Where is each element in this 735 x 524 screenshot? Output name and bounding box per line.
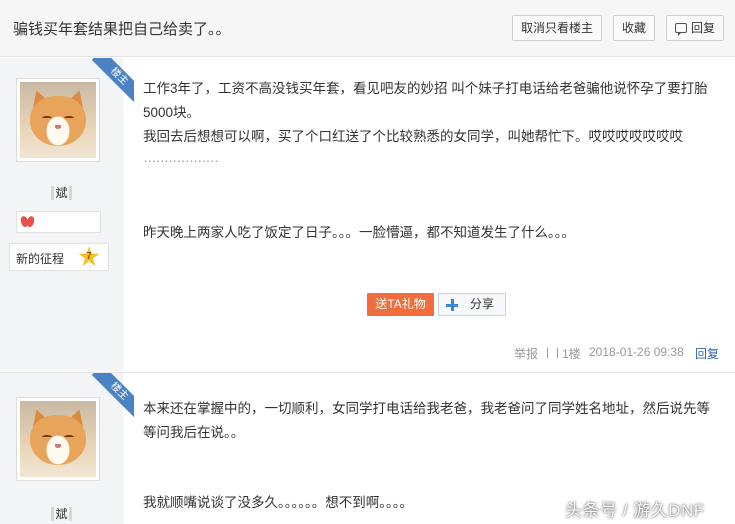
post-paragraph: 工作3年了，工资不高没钱买年套，看见吧友的妙招 叫个妹子打电话给老爸骗他说怀孕了… <box>143 81 708 120</box>
author-sidebar: 楼主 斌 <box>0 373 134 524</box>
author-sidebar: 楼主 斌 新的征程 7 <box>0 58 134 371</box>
meta-separator: | <box>546 345 550 359</box>
grade-badge[interactable]: 新的征程 7 <box>9 243 109 271</box>
reply-button-label: 回复 <box>690 21 715 35</box>
post-timestamp: 2018-01-26 09:38 <box>589 345 684 359</box>
meta-separator: | <box>556 345 560 359</box>
user-level-box <box>16 211 101 233</box>
cat-avatar-image <box>20 82 96 158</box>
username[interactable]: 斌 <box>0 184 123 201</box>
cat-avatar-image <box>20 401 96 477</box>
post-paragraph: 本来还在掌握中的，一切顺利，女同学打电话给我老爸，我老爸问了同学姓名地址，然后说… <box>143 401 710 440</box>
floor-number: 1楼 <box>562 347 581 361</box>
level-heart-icon <box>21 216 34 228</box>
post-floor-1: 楼主 斌 新的征程 7 工作3年了，工资不高没钱买年套，看见吧友的妙招 叫个妹子… <box>0 58 735 371</box>
post-paragraph-ellipsis: ……………… <box>143 150 219 165</box>
grade-label: 新的征程 <box>16 252 65 266</box>
reply-button[interactable]: 回复 <box>666 15 724 41</box>
post-paragraph: 昨天晚上两家人吃了饭定了日子。。。一脸懵逼，都不知道发生了什么。。。 <box>143 225 575 240</box>
avatar[interactable] <box>16 397 100 481</box>
comment-icon <box>674 23 687 36</box>
grade-level: 7 <box>86 251 92 262</box>
thread-header: 骗钱买年套结果把自己给卖了。。 取消只看楼主 收藏 回复 <box>0 0 735 57</box>
favorite-button[interactable]: 收藏 <box>613 15 655 41</box>
watermark: 头条号 / 游久DNF <box>565 501 705 520</box>
share-label: 分享 <box>470 297 495 311</box>
avatar[interactable] <box>16 78 100 162</box>
send-gift-button[interactable]: 送TA礼物 <box>367 293 434 316</box>
username[interactable]: 斌 <box>0 505 123 522</box>
thread-title: 骗钱买年套结果把自己给卖了。。 <box>13 21 231 38</box>
share-button[interactable]: 分享 <box>438 293 506 316</box>
only-author-button[interactable]: 取消只看楼主 <box>512 15 602 41</box>
plus-icon <box>446 299 458 311</box>
report-link[interactable]: 举报 <box>514 345 538 362</box>
floor-reply-link[interactable]: 回复 <box>695 345 719 362</box>
